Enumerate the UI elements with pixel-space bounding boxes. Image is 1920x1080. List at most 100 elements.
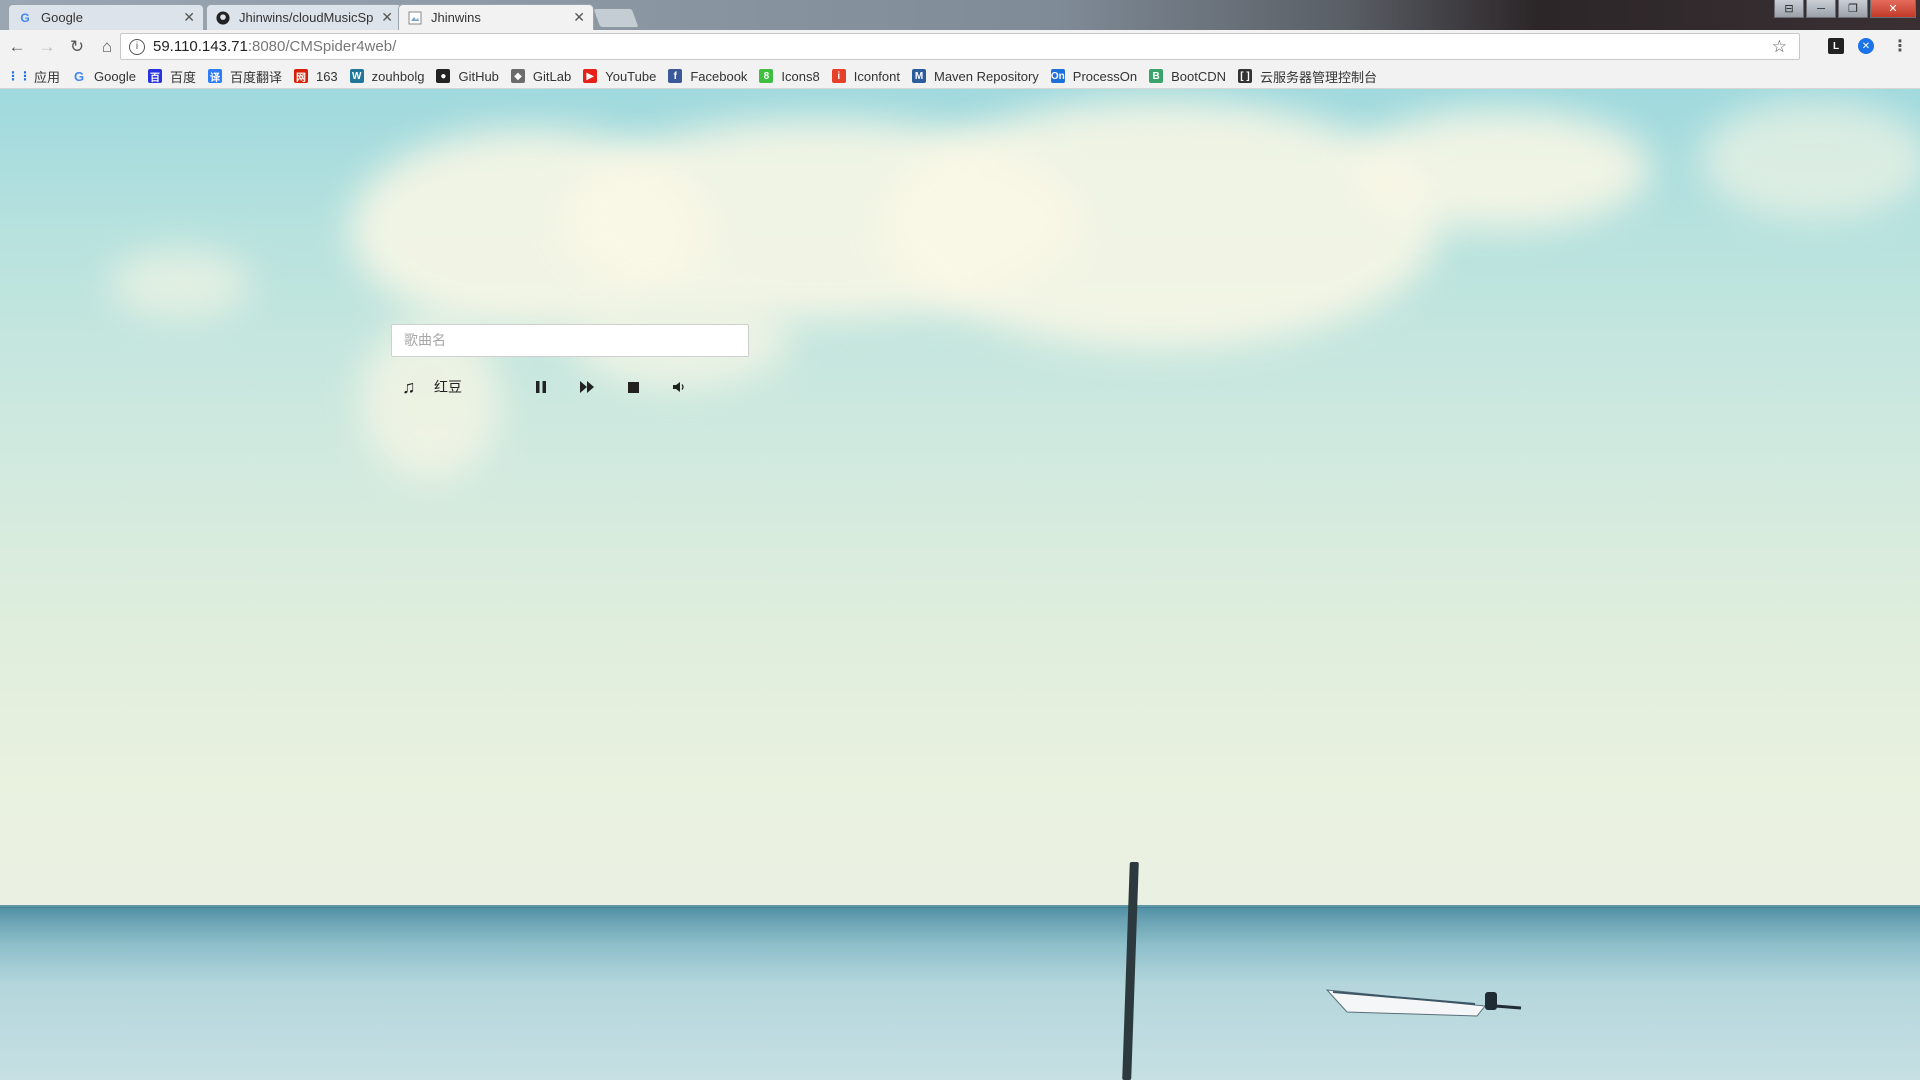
maximize-button[interactable]: ❐ [1838, 0, 1868, 18]
close-tab-icon[interactable]: ✕ [183, 9, 195, 26]
horizon [0, 905, 1920, 908]
cloud [1700, 99, 1920, 219]
pause-button[interactable] [530, 376, 552, 398]
forward-button[interactable]: → [34, 34, 60, 60]
google-icon: G [20, 10, 30, 25]
processon-icon: On [1050, 69, 1065, 83]
music-player: ♫ 红豆 [402, 376, 690, 398]
netease-icon: 网 [293, 69, 308, 84]
youtube-icon: ▶ [583, 69, 598, 83]
browser-toolbar: ← → ↻ ⌂ i 59.110.143.71:8080/CMSpider4we… [0, 30, 1920, 64]
bookmark-maven[interactable]: M Maven Repository [912, 69, 1039, 84]
cloud [110, 249, 250, 319]
gitlab-icon: ◆ [510, 69, 525, 83]
bookmark-label: Maven Repository [934, 68, 1039, 84]
close-tab-icon[interactable]: ✕ [381, 9, 393, 26]
icons8-icon: 8 [759, 69, 774, 83]
pause-icon [536, 381, 546, 393]
bookmark-aliyun[interactable]: [ ] 云服务器管理控制台 [1238, 67, 1377, 86]
home-button[interactable]: ⌂ [94, 34, 120, 60]
bookmark-processon[interactable]: On ProcessOn [1050, 68, 1138, 84]
volume-button[interactable] [668, 376, 690, 398]
bookmark-label: Icons8 [781, 68, 820, 84]
bookmark-label: zouhbolg [371, 68, 425, 84]
wordpress-icon: W [349, 69, 364, 83]
bookmark-label: YouTube [605, 68, 657, 84]
close-tab-icon[interactable]: ✕ [573, 9, 585, 26]
bookmark-label: 应用 [34, 69, 61, 85]
tab-title: Jhinwins/cloudMusicSp [239, 10, 374, 25]
apps-grid-icon: ⋮⋮ [7, 69, 31, 83]
bookmark-apps-grid[interactable]: ⋮⋮ 应用 [7, 67, 61, 86]
bookmark-label: Google [94, 68, 136, 84]
tab-title: Jhinwins [431, 10, 481, 25]
new-tab-button[interactable] [592, 8, 640, 28]
extension-icon[interactable]: ✕ [1858, 38, 1874, 54]
bookmark-youtube[interactable]: ▶ YouTube [583, 69, 656, 84]
bookmark-gitlab[interactable]: ◆ GitLab [510, 68, 572, 84]
sea [0, 907, 1920, 1080]
bootcdn-icon: B [1149, 69, 1164, 83]
bookmark-google[interactable]: G Google [72, 69, 136, 84]
maven-icon: M [912, 69, 926, 83]
stop-button[interactable] [622, 376, 644, 398]
extension-icon[interactable]: L [1828, 38, 1844, 54]
stop-icon [627, 381, 639, 393]
bookmark-label: GitHub [458, 68, 499, 84]
current-song-title: 红豆 [434, 380, 462, 396]
bookmark-netease[interactable]: 网 163 [293, 68, 338, 84]
profile-icon[interactable]: ⊟ [1774, 0, 1804, 18]
next-button[interactable] [576, 376, 598, 398]
volume-icon [672, 382, 684, 392]
tab-google[interactable]: G Google ✕ [8, 4, 204, 30]
bookmark-label: Facebook [690, 68, 748, 84]
bookmarks-bar: ⋮⋮ 应用 G Google 百百度译百度翻译网 163 Wzouhbolg ● GitHub ◆… [0, 64, 1920, 89]
back-button[interactable]: ← [4, 34, 30, 60]
close-window-button[interactable]: ✕ [1870, 0, 1916, 18]
page-background: ♫ 红豆 [0, 89, 1920, 1080]
fast-forward-icon [580, 381, 594, 393]
github-icon [215, 10, 231, 26]
bookmark-label: ProcessOn [1072, 68, 1138, 84]
bookmark-baidu-translate[interactable]: 译百度翻译 [207, 67, 282, 86]
bookmark-label: BootCDN [1171, 68, 1227, 84]
song-search-input[interactable] [391, 324, 749, 357]
bookmark-baidu[interactable]: 百百度 [147, 67, 196, 86]
bookmark-wordpress[interactable]: Wzouhbolg [349, 68, 425, 84]
menu-icon[interactable]: ⋮ [1890, 36, 1910, 56]
url-path: :8080/CMSpider4web/ [247, 38, 397, 55]
baidu-icon: 百 [147, 69, 162, 84]
baidu-translate-icon: 译 [207, 69, 222, 84]
bookmark-label: 云服务器管理控制台 [1260, 69, 1378, 85]
bookmark-iconfont[interactable]: i Iconfont [831, 68, 900, 84]
tab-github[interactable]: Jhinwins/cloudMusicSp ✕ [206, 4, 402, 30]
music-note-icon: ♫ [402, 376, 416, 397]
bookmark-bootcdn[interactable]: B BootCDN [1149, 69, 1226, 84]
bookmark-icons8[interactable]: 8 Icons8 [759, 68, 820, 84]
iconfont-icon: i [831, 69, 846, 83]
bookmark-star-icon[interactable]: ☆ [1772, 37, 1787, 57]
bookmark-label: 163 [315, 68, 338, 84]
facebook-icon: f [668, 69, 683, 83]
boat-icon [1325, 989, 1522, 1017]
bookmark-label: 百度翻译 [229, 69, 282, 85]
browser-titlebar: G Google ✕ Jhinwins/cloudMusicSp ✕ Jhinw… [0, 0, 1920, 30]
tab-title: Google [41, 10, 83, 25]
cloud [880, 99, 1440, 349]
cloud [1350, 109, 1650, 229]
tab-jhinwins[interactable]: Jhinwins ✕ [398, 4, 594, 30]
bookmark-facebook[interactable]: f Facebook [668, 69, 747, 84]
minimize-button[interactable]: ─ [1806, 0, 1836, 18]
reload-button[interactable]: ↻ [64, 34, 90, 60]
page-icon [407, 10, 423, 26]
bookmark-label: 百度 [169, 69, 196, 85]
bookmark-label: Iconfont [853, 68, 900, 84]
bookmark-label: GitLab [532, 68, 572, 84]
bookmark-github[interactable]: ● GitHub [436, 68, 499, 84]
aliyun-icon: [ ] [1238, 69, 1253, 83]
site-info-icon[interactable]: i [129, 38, 145, 55]
github-icon: ● [436, 69, 451, 83]
address-bar[interactable]: i 59.110.143.71:8080/CMSpider4web/ ☆ [120, 33, 1800, 60]
window-controls: ⊟ ─ ❐ ✕ [1774, 0, 1916, 18]
google-icon: G [73, 68, 85, 84]
